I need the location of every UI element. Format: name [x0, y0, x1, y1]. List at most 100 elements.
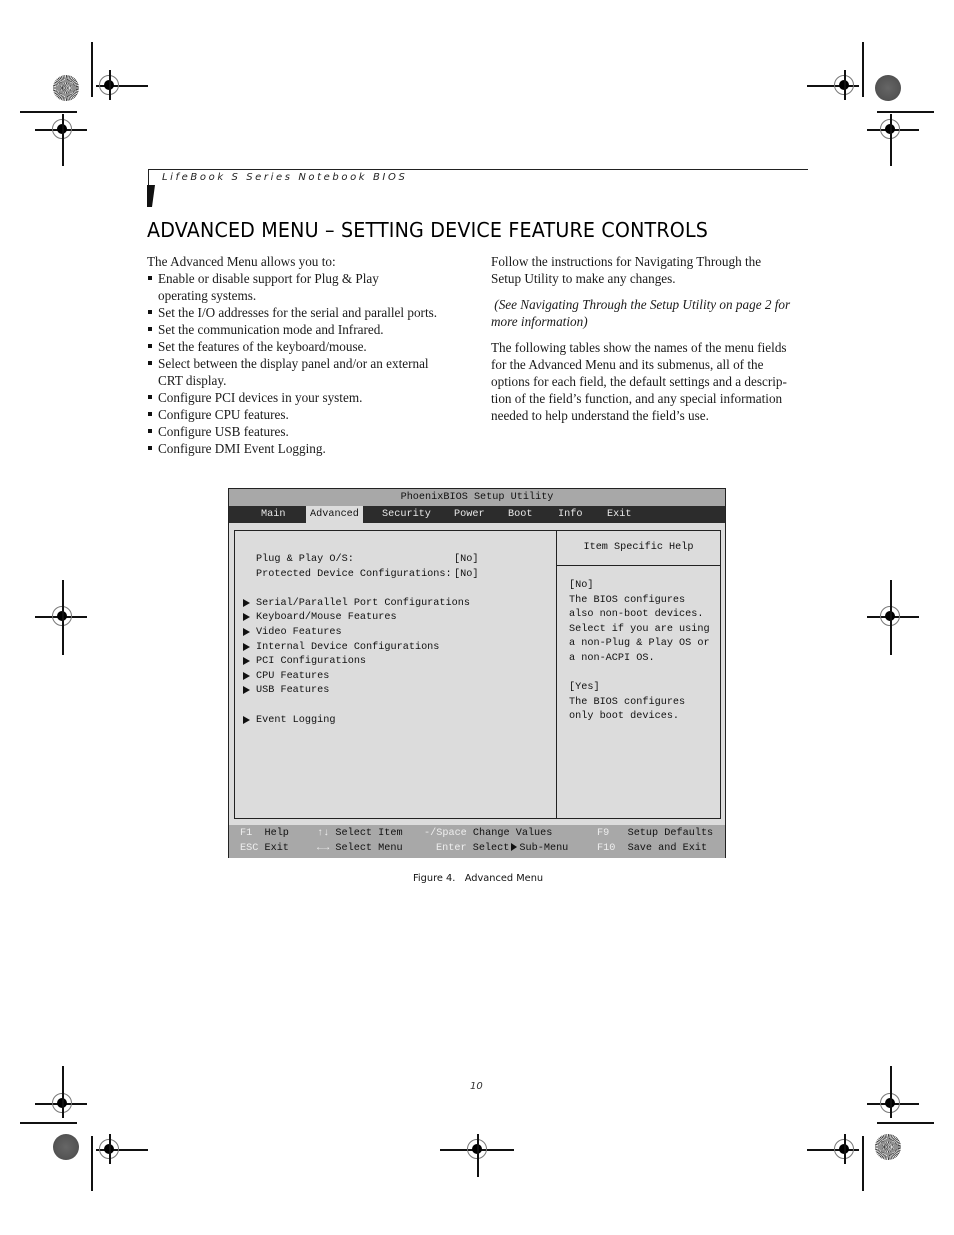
feature-list-item: Set the features of the keyboard/mouse. — [147, 338, 467, 355]
bios-tab-power[interactable]: Power — [450, 506, 489, 523]
paragraph-line: options for each field, the default sett… — [491, 374, 787, 389]
bios-settings-panel: Plug & Play O/S: [No] Protected Device Con… — [234, 530, 556, 819]
bios-screenshot: PhoenixBIOS Setup Utility Main Advanced Se… — [228, 488, 726, 858]
paragraph-line: for the Advanced Menu and its submenus, … — [491, 357, 764, 372]
registration-disc-icon — [875, 1134, 901, 1160]
crop-line — [877, 111, 934, 113]
key-label: F1 — [240, 828, 253, 839]
registration-target-icon — [880, 114, 900, 144]
bullet-icon — [148, 412, 152, 416]
submenu-arrow-icon — [243, 715, 250, 724]
registration-target-icon — [834, 70, 854, 100]
bios-tab-exit[interactable]: Exit — [603, 506, 635, 523]
paragraph-line: tion of the field’s function, and any sp… — [491, 391, 783, 406]
feature-list-item: Configure DMI Event Logging. — [147, 440, 467, 457]
body-paragraph: The following tables show the names of t… — [491, 339, 811, 424]
bios-body: Plug & Play O/S: [No] Protected Device Con… — [229, 523, 725, 825]
bios-tab-advanced[interactable]: Advanced — [306, 506, 363, 523]
key-action: Exit — [264, 843, 289, 854]
body-paragraph: Follow the instructions for Navigating T… — [491, 253, 811, 287]
submenu-label: Serial/Parallel Port Configurations — [256, 597, 470, 609]
bullet-icon — [148, 310, 152, 314]
header-rule — [148, 169, 808, 170]
left-column: The Advanced Menu allows you to: Enable … — [147, 253, 467, 457]
feature-list-item: Select between the display panel and/or … — [147, 355, 467, 389]
submenu-arrow-icon — [243, 613, 250, 622]
feature-list-item: Enable or disable support for Plug & Pla… — [147, 270, 467, 304]
submenu-label: PCI Configurations — [256, 656, 367, 668]
feature-list: Enable or disable support for Plug & Pla… — [147, 270, 467, 457]
submenu-arrow-icon — [243, 671, 250, 680]
key-action: Select Item — [335, 828, 403, 839]
bullet-icon — [148, 395, 152, 399]
bios-key-legend: F1 Help ↑↓ Select Item -/Space Change Va… — [229, 825, 725, 858]
setting-value[interactable]: [No] — [454, 569, 478, 580]
key-action: Change Values — [472, 828, 553, 839]
submenu-arrow-icon — [243, 642, 250, 651]
paragraph-line: The following tables show the names of t… — [491, 340, 787, 355]
key-label: ←→ — [317, 843, 330, 854]
key-action: Save and Exit — [627, 843, 708, 854]
submenu-label: CPU Features — [256, 670, 330, 682]
key-label: -/Space — [424, 828, 467, 839]
bios-menu-bar: Main Advanced Security Power Boot Info Exit — [229, 506, 725, 523]
key-action: Sub-Menu — [519, 843, 569, 854]
key-label: ESC — [240, 843, 259, 854]
key-select-menu: ←→ Select Menu — [317, 843, 403, 854]
registration-target-icon — [834, 1134, 854, 1164]
key-label: Enter — [436, 843, 467, 854]
registration-target-icon — [52, 601, 72, 631]
bios-tab-boot[interactable]: Boot — [504, 506, 536, 523]
bios-help-panel: Item Specific Help [No] The BIOS configu… — [556, 530, 721, 819]
bullet-icon — [148, 446, 152, 450]
key-action: Setup Defaults — [627, 828, 714, 839]
feature-list-text: Enable or disable support for Plug & Pla… — [158, 271, 379, 286]
submenu-label: USB Features — [256, 685, 330, 697]
submenu-label: Event Logging — [256, 714, 336, 726]
feature-list-item: Set the communication mode and Infrared. — [147, 321, 467, 338]
bullet-icon — [148, 344, 152, 348]
page-number: 10 — [470, 1081, 483, 1092]
key-f1-help: F1 Help — [240, 828, 289, 839]
feature-list-text: Configure PCI devices in your system. — [158, 390, 363, 405]
paragraph-line: needed to help understand the field’s us… — [491, 408, 709, 423]
help-text: [No] The BIOS configures also non-boot d… — [569, 580, 710, 723]
key-enter-submenu: Enter Select Sub-Menu — [436, 843, 568, 854]
figure-caption: Figure 4. Advanced Menu — [413, 873, 544, 884]
intro-text: The Advanced Menu allows you to: — [147, 254, 336, 269]
key-esc-exit: ESC Exit — [240, 843, 289, 854]
key-action: Select Menu — [335, 843, 403, 854]
feature-list-item: Set the I/O addresses for the serial and… — [147, 304, 467, 321]
bios-tab-security[interactable]: Security — [378, 506, 435, 523]
key-select-item: ↑↓ Select Item — [317, 828, 403, 839]
crop-line — [91, 42, 93, 97]
registration-target-icon — [880, 601, 900, 631]
registration-target-icon — [99, 1134, 119, 1164]
setting-value[interactable]: [No] — [454, 554, 478, 565]
setting-label: Protected Device Configurations: — [256, 568, 452, 580]
crop-line — [20, 111, 77, 113]
feature-list-item: Configure USB features. — [147, 423, 467, 440]
submenu-arrow-icon — [243, 686, 250, 695]
bullet-icon — [148, 429, 152, 433]
feature-list-text: Configure USB features. — [158, 424, 289, 439]
feature-list-text: Configure DMI Event Logging. — [158, 441, 326, 456]
bios-tab-main[interactable]: Main — [257, 506, 289, 523]
bullet-icon — [148, 276, 152, 280]
registration-disc-icon — [875, 75, 901, 101]
bios-tab-info[interactable]: Info — [554, 506, 586, 523]
feature-list-text: operating systems. — [158, 288, 257, 303]
key-f10-save-exit: F10 Save and Exit — [597, 843, 707, 854]
crop-line — [862, 1136, 864, 1191]
paragraph-line: (See Navigating Through the Setup Utilit… — [491, 297, 791, 312]
right-column: Follow the instructions for Navigating T… — [491, 253, 811, 433]
submenu-arrow-icon — [243, 628, 250, 636]
feature-list-text: Set the I/O addresses for the serial and… — [158, 305, 438, 320]
submenu-label: Video Features — [256, 627, 342, 638]
paragraph-line: more information) — [491, 314, 588, 329]
submenu-arrow-icon — [243, 657, 250, 666]
header-tick — [148, 169, 149, 185]
feature-list-text: Set the communication mode and Infrared. — [158, 322, 384, 337]
submenu-arrow-icon — [243, 598, 250, 607]
registration-disc-icon — [53, 1134, 79, 1160]
